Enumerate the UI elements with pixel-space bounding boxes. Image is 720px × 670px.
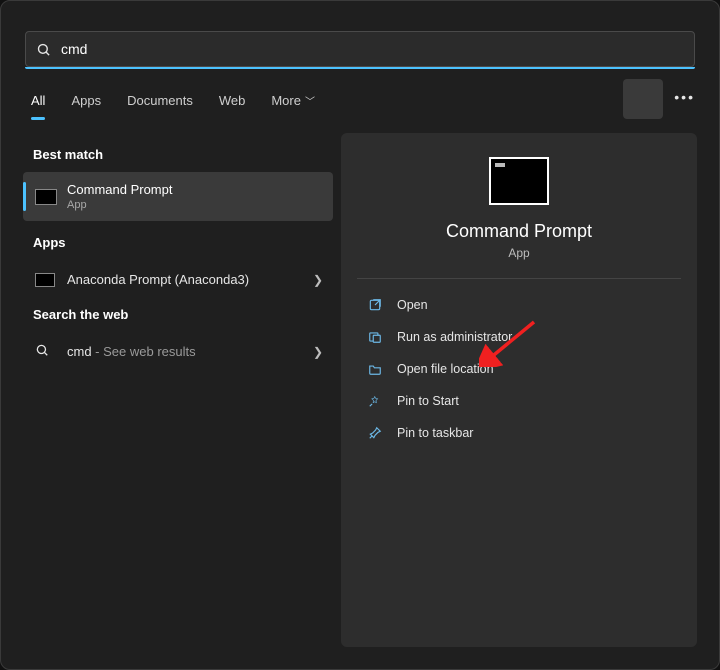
action-open-location[interactable]: Open file location (357, 353, 681, 385)
selection-accent (23, 182, 26, 211)
best-match-title: Command Prompt (67, 182, 319, 197)
detail-panel: Command Prompt App Open Run as administr… (341, 133, 697, 647)
app-result-anaconda[interactable]: Anaconda Prompt (Anaconda3) ❯ (23, 260, 333, 299)
web-term: cmd (67, 344, 92, 359)
web-suffix: - See web results (92, 344, 196, 359)
search-icon (35, 343, 53, 361)
tab-documents[interactable]: Documents (127, 89, 193, 112)
filter-tabs: All Apps Documents Web More ﹀ (31, 89, 315, 112)
chevron-right-icon: ❯ (313, 345, 323, 359)
pin-icon (367, 393, 383, 409)
section-search-web: Search the web (23, 299, 333, 332)
user-avatar[interactable] (623, 79, 663, 119)
action-label: Open file location (397, 362, 494, 376)
app-preview-icon (489, 157, 549, 205)
action-open[interactable]: Open (357, 289, 681, 321)
detail-subtitle: App (357, 246, 681, 260)
action-label: Pin to Start (397, 394, 459, 408)
search-bar[interactable] (25, 31, 695, 67)
tab-more-label: More (271, 93, 301, 108)
action-label: Run as administrator (397, 330, 512, 344)
tab-all[interactable]: All (31, 89, 45, 112)
folder-icon (367, 361, 383, 377)
open-icon (367, 297, 383, 313)
search-input[interactable] (61, 41, 684, 57)
action-run-admin[interactable]: Run as administrator (357, 321, 681, 353)
cmd-icon (35, 273, 55, 287)
chevron-down-icon: ﹀ (305, 93, 315, 108)
detail-title: Command Prompt (357, 221, 681, 242)
best-match-result[interactable]: Command Prompt App (23, 172, 333, 221)
section-best-match: Best match (23, 139, 333, 172)
tab-web[interactable]: Web (219, 89, 246, 112)
cmd-icon (35, 189, 57, 205)
admin-icon (367, 329, 383, 345)
action-label: Open (397, 298, 428, 312)
action-label: Pin to taskbar (397, 426, 473, 440)
best-match-subtitle: App (67, 199, 319, 211)
results-column: Best match Command Prompt App Apps Anaco… (23, 139, 333, 371)
chevron-right-icon: ❯ (313, 273, 323, 287)
action-pin-taskbar[interactable]: Pin to taskbar (357, 417, 681, 449)
app-result-label: Anaconda Prompt (Anaconda3) (67, 272, 249, 287)
section-apps: Apps (23, 227, 333, 260)
pin-icon (367, 425, 383, 441)
detail-separator (357, 278, 681, 279)
tab-more[interactable]: More ﹀ (271, 89, 315, 112)
tab-apps[interactable]: Apps (71, 89, 101, 112)
more-options-button[interactable]: ••• (674, 89, 695, 105)
search-icon (36, 42, 51, 57)
start-search-window: All Apps Documents Web More ﹀ ••• Best ma… (0, 0, 720, 670)
search-focus-underline (25, 67, 695, 69)
web-result-cmd[interactable]: cmd - See web results ❯ (23, 332, 333, 371)
action-pin-start[interactable]: Pin to Start (357, 385, 681, 417)
